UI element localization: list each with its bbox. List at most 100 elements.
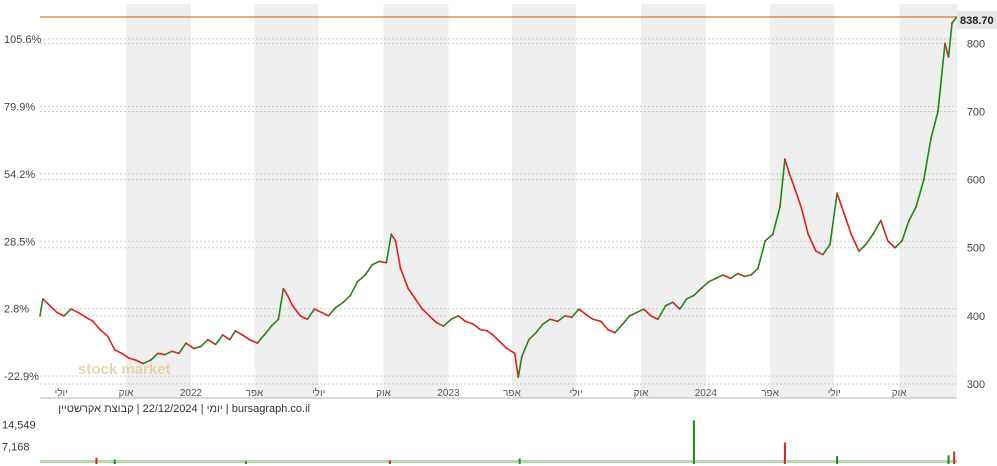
- price-point: [736, 272, 739, 275]
- price-segment: [750, 267, 759, 276]
- price-point: [407, 287, 410, 290]
- last-price-label: 838.70: [960, 15, 994, 27]
- price-point: [534, 332, 537, 334]
- price-point: [894, 246, 896, 249]
- x-axis-tick: אוק: [119, 388, 134, 399]
- price-point: [788, 171, 791, 174]
- price-point: [613, 332, 616, 334]
- price-segment: [241, 334, 250, 341]
- price-point: [450, 318, 453, 321]
- price-segment: [229, 330, 237, 341]
- price-point: [578, 308, 580, 310]
- quarter-band: [511, 4, 577, 398]
- x-axis-tick: 2022: [180, 388, 203, 399]
- x-axis-tick: יולי: [312, 387, 325, 399]
- quarter-band: [640, 4, 706, 398]
- price-point: [421, 308, 424, 310]
- price-point: [185, 342, 187, 345]
- price-point: [320, 311, 323, 314]
- price-point: [707, 280, 710, 283]
- price-point: [678, 308, 681, 310]
- price-point: [585, 313, 587, 316]
- price-point: [513, 352, 516, 355]
- volume-bar: [95, 457, 98, 464]
- price-point: [106, 335, 109, 338]
- volume-bars: [40, 420, 957, 464]
- price-segment: [99, 328, 109, 337]
- x-axis-tick: יולי: [828, 387, 841, 399]
- price-segment: [730, 272, 739, 280]
- price-point: [685, 297, 688, 300]
- price-point: [872, 233, 874, 236]
- price-point: [886, 240, 889, 242]
- price-segment: [708, 277, 717, 283]
- price-point: [499, 340, 501, 343]
- price-segment: [114, 349, 123, 355]
- price-point: [84, 316, 87, 319]
- left-axis-tick: -22.9%: [4, 371, 39, 383]
- price-segment: [486, 330, 494, 336]
- price-point: [908, 219, 910, 222]
- price-segment: [85, 316, 94, 323]
- price-segment: [371, 260, 380, 266]
- price-segment: [600, 320, 609, 331]
- price-point: [156, 352, 159, 355]
- price-segment: [356, 274, 366, 283]
- price-point: [937, 110, 939, 113]
- price-point: [113, 349, 116, 351]
- price-point: [700, 287, 702, 290]
- price-point: [299, 314, 302, 317]
- price-point: [549, 318, 551, 321]
- price-point: [635, 311, 638, 314]
- price-point: [479, 328, 482, 331]
- price-segment: [480, 328, 488, 332]
- right-axis-tick: 700: [967, 106, 985, 118]
- price-point: [822, 253, 824, 256]
- price-point: [282, 287, 285, 290]
- price-segment: [585, 313, 594, 320]
- volume-bar: [953, 451, 956, 464]
- price-segment: [193, 345, 202, 350]
- quarter-band: [126, 4, 191, 398]
- price-point: [563, 314, 566, 317]
- volume-axis-tick: 7,168: [2, 441, 30, 453]
- price-point: [364, 274, 367, 276]
- price-segment: [836, 192, 845, 214]
- price-point: [606, 328, 609, 331]
- price-point: [664, 304, 667, 307]
- price-point: [390, 233, 393, 236]
- price-point: [313, 308, 316, 310]
- price-point: [371, 263, 374, 266]
- price-point: [520, 355, 523, 358]
- price-point: [850, 233, 853, 236]
- volume-bar: [244, 461, 247, 464]
- price-segment: [865, 233, 874, 245]
- price-point: [349, 294, 352, 297]
- price-segment: [42, 298, 51, 307]
- price-segment: [92, 320, 101, 331]
- price-point: [228, 338, 231, 341]
- price-point: [457, 314, 460, 317]
- price-segment: [349, 281, 359, 296]
- price-point: [621, 323, 624, 325]
- price-segment: [872, 220, 882, 235]
- stock-chart: 105.6% 79.9% 54.2% 28.5% 2.8% -22.9% 800 700 60…: [2, 4, 997, 464]
- price-point: [48, 304, 51, 307]
- price-point: [286, 294, 289, 297]
- price-segment: [222, 334, 231, 341]
- price-point: [70, 308, 72, 310]
- price-point: [77, 311, 79, 314]
- price-point: [628, 314, 631, 317]
- price-segment: [592, 318, 601, 323]
- price-point: [342, 301, 345, 304]
- price-point: [56, 311, 58, 314]
- left-axis-tick: 105.6%: [4, 34, 42, 46]
- price-point: [807, 233, 810, 236]
- volume-bar: [783, 442, 786, 464]
- price-point: [750, 274, 752, 276]
- price-segment: [578, 308, 587, 316]
- price-point: [858, 250, 860, 253]
- x-axis-tick: אוק: [892, 388, 907, 399]
- price-point: [879, 219, 882, 222]
- x-axis-tick: אוק: [376, 388, 391, 399]
